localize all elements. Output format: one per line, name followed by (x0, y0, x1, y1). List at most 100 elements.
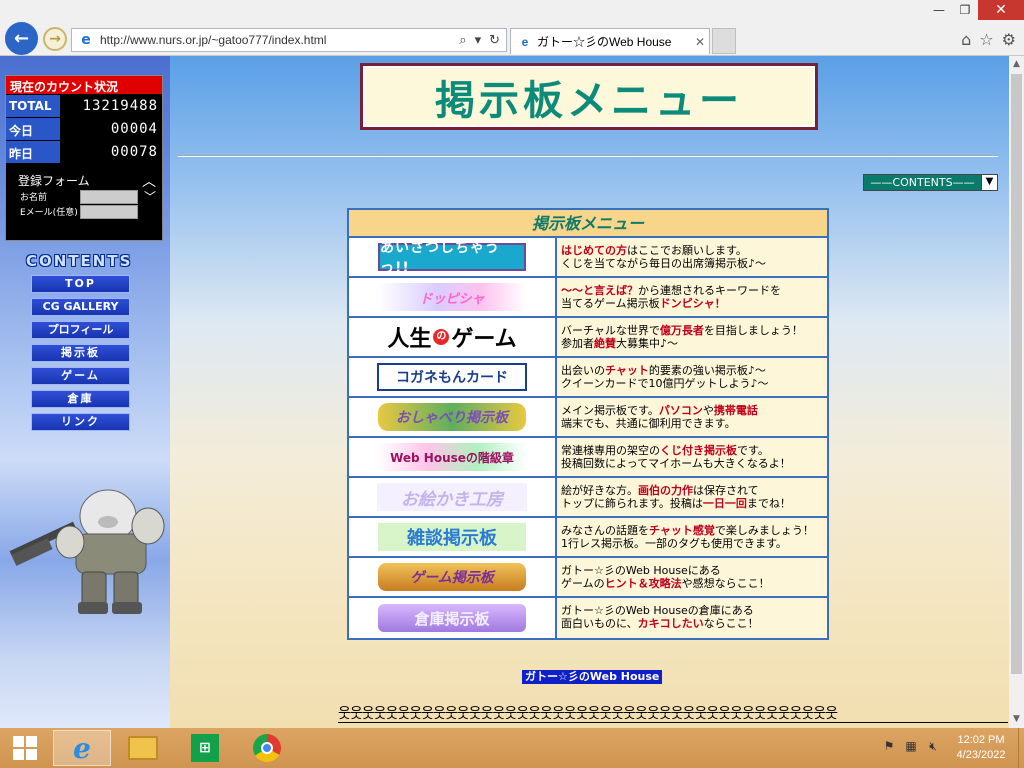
network-icon[interactable]: ▦ (900, 739, 922, 757)
oekaki-banner-link[interactable]: お絵かき工房 (377, 483, 527, 511)
email-input[interactable] (80, 204, 138, 219)
dropdown-icon[interactable]: ▾ (475, 33, 482, 48)
desc-highlight: チャット (605, 364, 649, 377)
bbs-menu-table: 掲示板メニュー あいさつしちゃうっ!! はじめての方はここでお願いします。 くじ… (347, 208, 829, 640)
footer-home-link[interactable]: ガトー☆彡のWeb House (522, 670, 663, 684)
left-frame: 現在のカウント状況 TOTAL 13219488 今日 00004 昨日 000… (0, 56, 170, 728)
browser-tab[interactable]: e ガトー☆彡のWeb House ✕ (510, 28, 710, 54)
desc-text: バーチャルな世界で (561, 324, 660, 337)
table-row: ドッピシャ 〜〜と言えば？から連想されるキーワードを 当てるゲーム掲示板ドンピシ… (349, 278, 827, 318)
desc-highlight: ヒント＆攻略法 (604, 577, 682, 590)
desc-text: 端末でも、共通に御利用できます。 (561, 417, 736, 430)
scroll-thumb[interactable] (1011, 74, 1022, 674)
game-bbs-banner-link[interactable]: ゲーム掲示板 (378, 563, 526, 591)
description-cell: ガトー☆彡のWeb Houseの倉庫にある 面白いものに、カキコしたいならここ！ (557, 598, 827, 638)
settings-gear-icon[interactable]: ⚙ (1002, 30, 1016, 49)
nav-cg-gallery[interactable]: CG GALLERY (31, 298, 130, 316)
nav-top[interactable]: TOP (31, 275, 130, 293)
counter-label: 今日 (6, 118, 60, 140)
desc-text: や感想ならここ！ (681, 577, 770, 590)
forward-button[interactable]: → (43, 27, 67, 51)
description-cell: みなさんの話題をチャット感覚で楽しみましょう！ 1行レス掲示板。一部のタグも使用… (557, 518, 827, 556)
scroll-up-icon[interactable]: ▲ (1009, 56, 1024, 73)
desc-text: です。 (737, 444, 769, 457)
clock-date: 4/23/2022 (956, 749, 1006, 761)
description-cell: ガトー☆彡のWeb Houseにある ゲームのヒント＆攻略法や感想ならここ！ (557, 558, 827, 596)
name-label: お名前 (20, 193, 48, 203)
page-viewport: 現在のカウント状況 TOTAL 13219488 今日 00004 昨日 000… (0, 56, 1009, 728)
desc-text: は保存されて (693, 484, 759, 497)
taskbar: e ⊞ ⚑ ▦ 🔇︎ 12:02 PM 4/23/2022 (0, 728, 1024, 768)
name-input[interactable] (80, 189, 138, 204)
address-bar[interactable]: e http://www.nurs.or.jp/~gatoo777/index.… (71, 28, 507, 52)
contents-select[interactable]: ——CONTENTS—— ▼ (863, 174, 998, 191)
home-icon[interactable]: ⌂ (961, 30, 971, 49)
store-icon: ⊞ (191, 734, 219, 762)
footer-people-decoration: 웃웃웃웃웃웃웃웃웃웃웃웃웃웃웃웃웃웃웃웃웃웃웃웃웃웃웃웃웃웃웃웃웃웃웃웃웃웃웃웃… (338, 703, 1008, 723)
taskbar-ie[interactable]: e (53, 730, 111, 766)
description-cell: 〜〜と言えば？から連想されるキーワードを 当てるゲーム掲示板ドンピシャ！ (557, 278, 827, 316)
nav-game[interactable]: ゲーム (31, 367, 130, 385)
donpisha-banner-link[interactable]: ドッピシャ (378, 283, 526, 311)
table-row: コガネもんカード 出会いのチャット的要素の強い掲示板♪〜 クイーンカードで10億… (349, 358, 827, 398)
desc-highlight: ドンピシャ！ (659, 297, 726, 310)
banner-cell: おしゃべり掲示板 (349, 398, 557, 436)
counter-value: 13219488 (82, 98, 158, 114)
back-button[interactable]: ← (5, 22, 38, 55)
table-row: 人生のゲーム バーチャルな世界で億万長者を目指しましょう！ 参加者絶賛大募集中♪… (349, 318, 827, 358)
desc-text: はここでお願いします。 (627, 244, 747, 257)
nav-profile[interactable]: プロフィール (31, 321, 130, 339)
restore-button[interactable]: ❐ (952, 0, 978, 20)
show-desktop-button[interactable] (1018, 728, 1024, 768)
table-row: あいさつしちゃうっ!! はじめての方はここでお願いします。 くじを当てながら毎日… (349, 238, 827, 278)
start-button[interactable] (0, 730, 50, 766)
taskbar-file-explorer[interactable] (116, 730, 170, 766)
oshaberi-banner-link[interactable]: おしゃべり掲示板 (378, 403, 526, 431)
taskbar-chrome[interactable] (240, 730, 294, 766)
action-center-flag-icon[interactable]: ⚑ (878, 739, 900, 757)
close-window-button[interactable]: ✕ (978, 0, 1024, 20)
storage-bbs-banner-link[interactable]: 倉庫掲示板 (378, 604, 526, 632)
page-title: 掲示板メニュー (360, 63, 818, 130)
aisatsu-banner-link[interactable]: あいさつしちゃうっ!! (378, 240, 526, 276)
nav-bbs[interactable]: 掲示板 (31, 344, 130, 362)
name-field-row: お名前 ﹀ (6, 189, 162, 204)
windows-logo-icon (13, 736, 37, 760)
access-counter: 現在のカウント状況 TOTAL 13219488 今日 00004 昨日 000… (5, 75, 163, 241)
counter-value: 00004 (110, 121, 158, 137)
desc-text: メイン掲示板です。 (561, 404, 659, 417)
chevron-up-icon[interactable]: ︿ (142, 171, 156, 191)
tab-close-icon[interactable]: ✕ (691, 35, 709, 49)
new-tab-button[interactable] (712, 28, 736, 54)
clock[interactable]: 12:02 PM 4/23/2022 (944, 733, 1018, 763)
scroll-down-icon[interactable]: ▼ (1009, 711, 1024, 728)
rank-badge-banner-link[interactable]: Web Houseの階級章 (377, 443, 527, 471)
minimize-button[interactable]: — (926, 0, 952, 20)
nav-storage[interactable]: 倉庫 (31, 390, 130, 408)
favorites-star-icon[interactable]: ☆ (979, 30, 993, 49)
refresh-icon[interactable]: ↻ (489, 33, 500, 48)
desc-text: クイーンカードで10億円ゲットしよう♪〜 (561, 377, 769, 390)
volume-muted-icon[interactable]: 🔇︎ (922, 739, 944, 757)
robot-mecha-image (9, 489, 165, 614)
desc-text: 面白いものに、 (561, 617, 638, 630)
banner-cell: Web Houseの階級章 (349, 438, 557, 476)
table-title: 掲示板メニュー (349, 210, 827, 238)
description-cell: 常連様専用の架空のくじ付き掲示板です。 投稿回数によってマイホームも大きくなるよ… (557, 438, 827, 476)
life-game-banner-link[interactable]: 人生のゲーム (377, 323, 527, 352)
url-text[interactable]: http://www.nurs.or.jp/~gatoo777/index.ht… (100, 33, 459, 47)
desc-text: 1行レス掲示板。一部のタグも使用できます。 (561, 537, 787, 550)
desc-highlight: 絶賛 (594, 337, 616, 350)
banner-cell: ドッピシャ (349, 278, 557, 316)
vertical-scrollbar[interactable]: ▲ ▼ (1009, 56, 1024, 728)
chevron-down-icon[interactable]: ▼ (981, 175, 997, 190)
taskbar-store[interactable]: ⊞ (178, 730, 232, 766)
desc-text: 出会いの (561, 364, 605, 377)
zatsudan-banner-link[interactable]: 雑談掲示板 (378, 523, 526, 551)
desc-highlight: チャット感覚 (649, 524, 715, 537)
koganemon-card-banner-link[interactable]: コガネもんカード (377, 363, 527, 391)
nav-links[interactable]: リンク (31, 413, 130, 431)
tab-favicon-icon: e (521, 34, 529, 49)
search-icon[interactable]: ⌕ (459, 33, 466, 48)
banner-cell: ゲーム掲示板 (349, 558, 557, 596)
